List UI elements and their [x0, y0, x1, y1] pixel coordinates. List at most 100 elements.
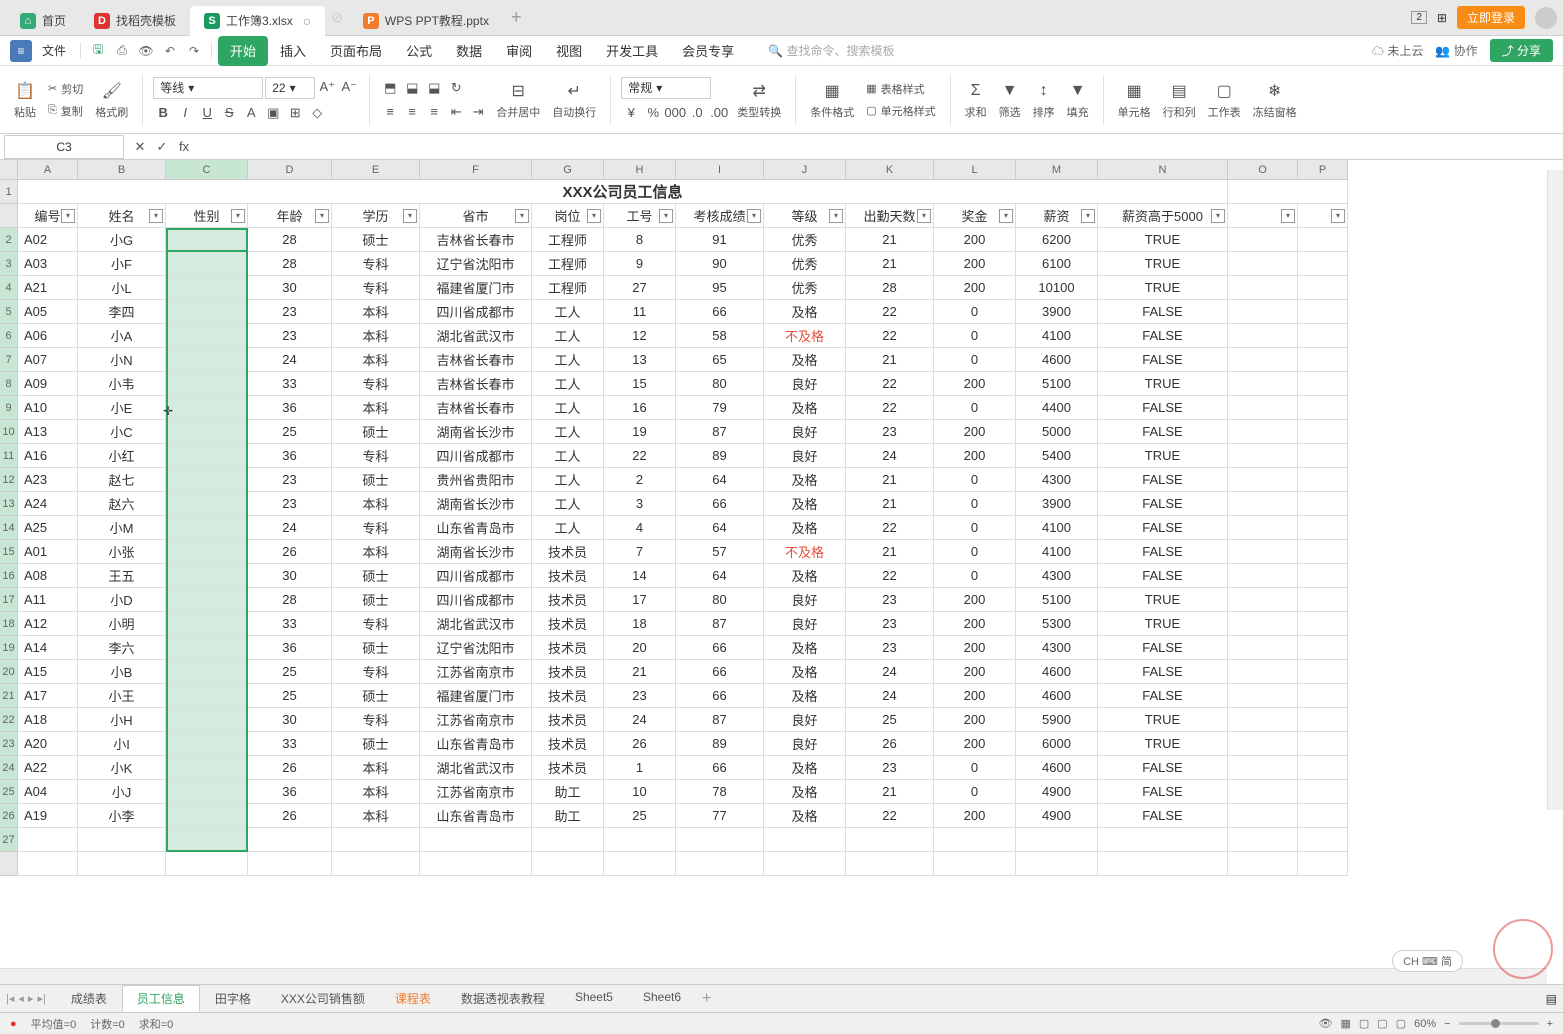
table-row[interactable]: FALSE [1098, 300, 1228, 324]
table-row[interactable]: A08 [18, 564, 78, 588]
table-row[interactable]: 23 [248, 324, 332, 348]
table-row[interactable] [1298, 324, 1348, 348]
table-row[interactable]: A15 [18, 660, 78, 684]
menu-tab[interactable]: 开始 [218, 36, 268, 66]
table-row[interactable]: 25 [248, 420, 332, 444]
filter-dropdown-icon[interactable]: ▾ [315, 209, 329, 223]
percent-icon[interactable]: % [643, 103, 663, 123]
table-row[interactable]: 66 [676, 636, 764, 660]
cell[interactable] [764, 828, 846, 852]
table-row[interactable]: 66 [676, 300, 764, 324]
table-row[interactable] [166, 516, 248, 540]
table-row[interactable]: 湖北省武汉市 [420, 612, 532, 636]
table-row[interactable]: 贵州省贵阳市 [420, 468, 532, 492]
indent-right-icon[interactable]: ⇥ [468, 102, 488, 122]
table-row[interactable]: 23 [248, 468, 332, 492]
table-row[interactable]: 小E [78, 396, 166, 420]
column-header-cell[interactable]: 年龄▾ [248, 204, 332, 228]
table-row[interactable]: 工程师 [532, 228, 604, 252]
table-row[interactable]: FALSE [1098, 564, 1228, 588]
table-row[interactable]: 工人 [532, 492, 604, 516]
table-row[interactable]: 23 [846, 636, 934, 660]
table-row[interactable]: FALSE [1098, 756, 1228, 780]
filter-dropdown-icon[interactable]: ▾ [1331, 209, 1345, 223]
table-row[interactable]: 4600 [1016, 756, 1098, 780]
filter-dropdown-icon[interactable]: ▾ [1211, 209, 1225, 223]
table-row[interactable]: 本科 [332, 492, 420, 516]
table-row[interactable]: 福建省厦门市 [420, 684, 532, 708]
table-row[interactable]: 0 [934, 492, 1016, 516]
table-row[interactable] [1298, 540, 1348, 564]
table-row[interactable]: 硕士 [332, 636, 420, 660]
column-header[interactable]: J [764, 160, 846, 180]
table-row[interactable]: 及格 [764, 756, 846, 780]
table-row[interactable]: TRUE [1098, 588, 1228, 612]
column-header[interactable]: P [1298, 160, 1348, 180]
table-row[interactable]: 22 [846, 396, 934, 420]
table-row[interactable] [166, 780, 248, 804]
table-row[interactable]: 4600 [1016, 660, 1098, 684]
table-row[interactable]: 0 [934, 396, 1016, 420]
table-row[interactable] [1228, 252, 1298, 276]
table-row[interactable]: 及格 [764, 348, 846, 372]
table-row[interactable]: 21 [846, 252, 934, 276]
table-row[interactable]: 江苏省南京市 [420, 708, 532, 732]
table-row[interactable] [1228, 348, 1298, 372]
table-row[interactable]: A05 [18, 300, 78, 324]
avatar[interactable] [1535, 7, 1557, 29]
clear-format-icon[interactable]: ◇ [307, 103, 327, 123]
cell[interactable] [78, 828, 166, 852]
table-row[interactable] [166, 732, 248, 756]
table-row[interactable]: 4100 [1016, 516, 1098, 540]
table-row[interactable]: 四川省成都市 [420, 588, 532, 612]
table-row[interactable]: 66 [676, 684, 764, 708]
table-row[interactable]: 优秀 [764, 228, 846, 252]
sheet-next-icon[interactable]: ▸ [28, 992, 34, 1005]
sheet-tab[interactable]: 成绩表 [56, 985, 122, 1012]
cell[interactable] [1228, 852, 1298, 876]
table-row[interactable]: 本科 [332, 756, 420, 780]
table-row[interactable]: 0 [934, 300, 1016, 324]
menu-tab[interactable]: 公式 [394, 36, 444, 66]
zoom-in-icon[interactable]: + [1547, 1018, 1553, 1030]
row-header[interactable]: 10 [0, 420, 18, 444]
filter-dropdown-icon[interactable]: ▾ [587, 209, 601, 223]
table-row[interactable]: 23 [248, 300, 332, 324]
table-row[interactable]: 小G [78, 228, 166, 252]
table-row[interactable]: 200 [934, 660, 1016, 684]
view-break-icon[interactable]: ▢ [1396, 1017, 1406, 1030]
table-row[interactable]: 87 [676, 420, 764, 444]
column-header-cell[interactable]: ▾ [1228, 204, 1298, 228]
cut-button[interactable]: ✂ 剪切 [44, 79, 87, 99]
table-row[interactable] [1298, 276, 1348, 300]
table-row[interactable]: 24 [248, 516, 332, 540]
table-row[interactable]: A11 [18, 588, 78, 612]
filter-dropdown-icon[interactable]: ▾ [515, 209, 529, 223]
table-row[interactable]: 及格 [764, 636, 846, 660]
sheet-prev-icon[interactable]: ◂ [18, 992, 24, 1005]
sheet-tab[interactable]: XXX公司销售额 [266, 985, 380, 1012]
table-row[interactable]: 技术员 [532, 636, 604, 660]
table-row[interactable]: 23 [604, 684, 676, 708]
table-row[interactable]: 0 [934, 540, 1016, 564]
table-row[interactable]: A22 [18, 756, 78, 780]
table-row[interactable]: 5100 [1016, 588, 1098, 612]
bold-icon[interactable]: B [153, 103, 173, 123]
table-row[interactable]: TRUE [1098, 252, 1228, 276]
table-row[interactable]: 10100 [1016, 276, 1098, 300]
table-row[interactable]: 良好 [764, 588, 846, 612]
table-row[interactable]: FALSE [1098, 684, 1228, 708]
table-row[interactable]: 200 [934, 444, 1016, 468]
sum-button[interactable]: Σ求和 [961, 78, 991, 122]
filter-dropdown-icon[interactable]: ▾ [231, 209, 245, 223]
table-row[interactable] [166, 756, 248, 780]
table-row[interactable] [1228, 276, 1298, 300]
row-header[interactable]: 2 [0, 228, 18, 252]
row-header[interactable]: 5 [0, 300, 18, 324]
table-row[interactable]: 硕士 [332, 732, 420, 756]
table-row[interactable]: A04 [18, 780, 78, 804]
table-row[interactable]: 优秀 [764, 252, 846, 276]
tab-workbook[interactable]: S工作簿3.xlsx○ [190, 6, 325, 36]
dec-inc-icon[interactable]: .0 [687, 103, 707, 123]
vertical-scrollbar[interactable] [1547, 170, 1563, 810]
